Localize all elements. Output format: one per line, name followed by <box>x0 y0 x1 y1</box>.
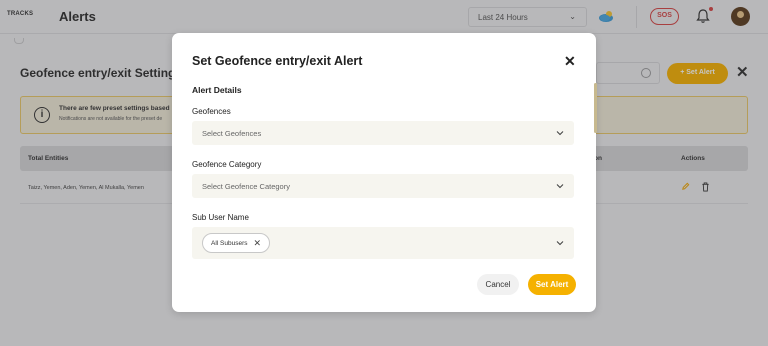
close-icon[interactable]: ✕ <box>564 53 576 70</box>
submit-set-alert-button[interactable]: Set Alert <box>528 274 576 295</box>
geofences-select[interactable]: Select Geofences <box>192 121 574 145</box>
geofences-placeholder: Select Geofences <box>202 129 262 138</box>
subuser-chip[interactable]: All Subusers ✕ <box>202 233 271 253</box>
chevron-down-icon <box>556 131 564 136</box>
set-alert-modal: Set Geofence entry/exit Alert ✕ Alert De… <box>172 33 597 312</box>
geofence-category-select[interactable]: Select Geofence Category <box>192 174 574 198</box>
geofence-category-placeholder: Select Geofence Category <box>202 182 290 191</box>
sub-user-select[interactable]: All Subusers ✕ <box>192 227 574 259</box>
geofence-category-label: Geofence Category <box>192 160 262 169</box>
geofences-label: Geofences <box>192 107 231 116</box>
modal-title: Set Geofence entry/exit Alert <box>192 54 363 68</box>
chevron-down-icon <box>556 241 564 246</box>
remove-chip-icon[interactable]: ✕ <box>254 238 262 249</box>
cancel-button[interactable]: Cancel <box>477 274 519 295</box>
chip-label: All Subusers <box>211 239 248 247</box>
section-title: Alert Details <box>192 85 242 95</box>
chevron-down-icon <box>556 184 564 189</box>
sub-user-label: Sub User Name <box>192 213 249 222</box>
scrollbar[interactable] <box>594 83 597 133</box>
